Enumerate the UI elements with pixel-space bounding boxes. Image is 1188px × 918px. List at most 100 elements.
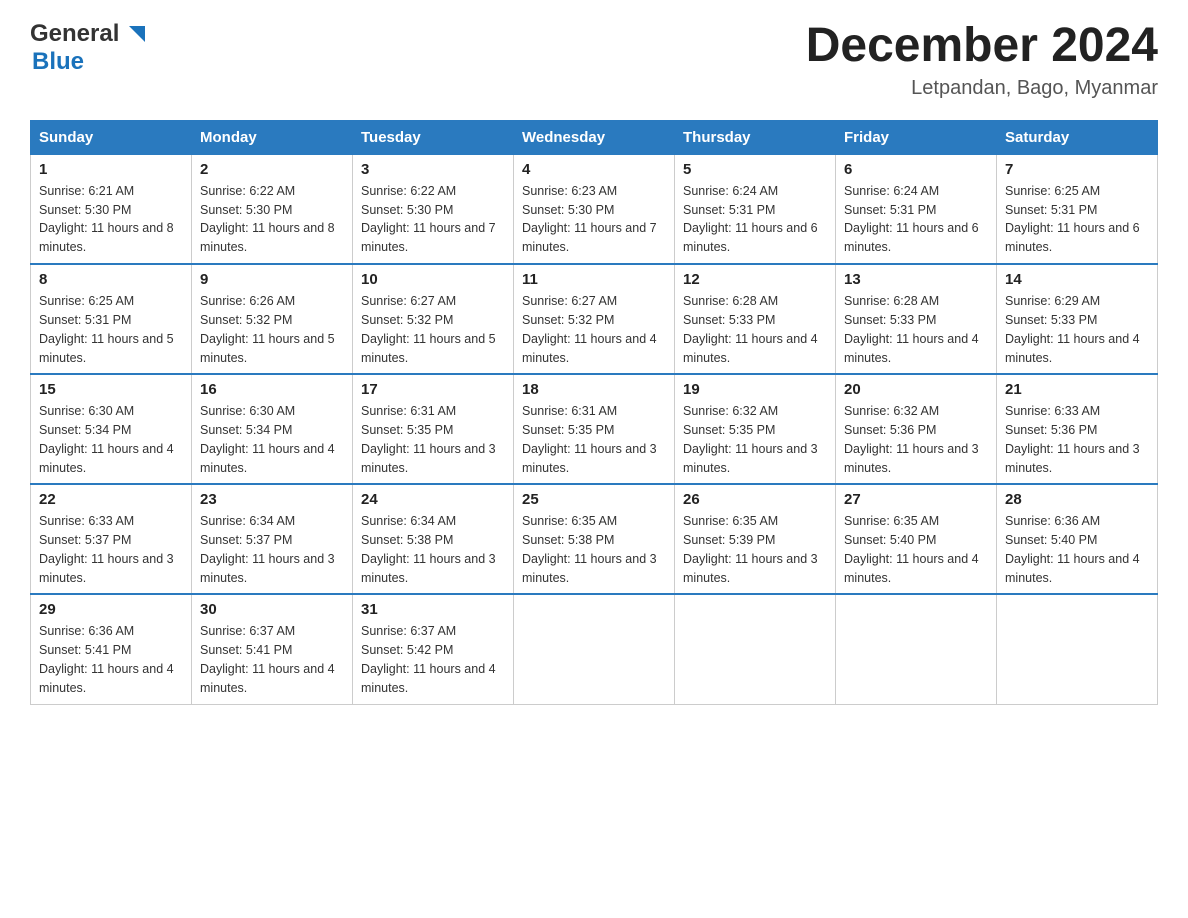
- calendar-cell: 29 Sunrise: 6:36 AM Sunset: 5:41 PM Dayl…: [31, 594, 192, 704]
- sunset-label: Sunset: 5:41 PM: [39, 643, 131, 657]
- day-info: Sunrise: 6:32 AM Sunset: 5:36 PM Dayligh…: [844, 402, 988, 477]
- logo-triangle-icon: [121, 20, 149, 48]
- daylight-label: Daylight: 11 hours and 5 minutes.: [200, 332, 335, 365]
- sunrise-label: Sunrise: 6:37 AM: [361, 624, 456, 638]
- day-info: Sunrise: 6:35 AM Sunset: 5:40 PM Dayligh…: [844, 512, 988, 587]
- month-year-title: December 2024: [806, 20, 1158, 73]
- calendar-cell: 10 Sunrise: 6:27 AM Sunset: 5:32 PM Dayl…: [353, 264, 514, 374]
- sunrise-label: Sunrise: 6:28 AM: [683, 294, 778, 308]
- day-info: Sunrise: 6:29 AM Sunset: 5:33 PM Dayligh…: [1005, 292, 1149, 367]
- day-number: 9: [200, 271, 344, 288]
- day-number: 22: [39, 491, 183, 508]
- day-number: 20: [844, 381, 988, 398]
- day-info: Sunrise: 6:35 AM Sunset: 5:39 PM Dayligh…: [683, 512, 827, 587]
- calendar-cell: 30 Sunrise: 6:37 AM Sunset: 5:41 PM Dayl…: [192, 594, 353, 704]
- logo-blue: Blue: [32, 48, 84, 75]
- calendar-header-row: Sunday Monday Tuesday Wednesday Thursday…: [31, 120, 1158, 154]
- col-friday: Friday: [836, 120, 997, 154]
- daylight-label: Daylight: 11 hours and 4 minutes.: [844, 552, 979, 585]
- sunrise-label: Sunrise: 6:31 AM: [522, 404, 617, 418]
- sunrise-label: Sunrise: 6:36 AM: [39, 624, 134, 638]
- daylight-label: Daylight: 11 hours and 7 minutes.: [361, 221, 496, 254]
- sunset-label: Sunset: 5:38 PM: [361, 533, 453, 547]
- sunrise-label: Sunrise: 6:28 AM: [844, 294, 939, 308]
- calendar-cell: 28 Sunrise: 6:36 AM Sunset: 5:40 PM Dayl…: [997, 484, 1158, 594]
- col-sunday: Sunday: [31, 120, 192, 154]
- day-info: Sunrise: 6:37 AM Sunset: 5:42 PM Dayligh…: [361, 622, 505, 697]
- sunrise-label: Sunrise: 6:35 AM: [844, 514, 939, 528]
- day-info: Sunrise: 6:27 AM Sunset: 5:32 PM Dayligh…: [361, 292, 505, 367]
- sunset-label: Sunset: 5:31 PM: [844, 203, 936, 217]
- calendar-week-row: 8 Sunrise: 6:25 AM Sunset: 5:31 PM Dayli…: [31, 264, 1158, 374]
- daylight-label: Daylight: 11 hours and 4 minutes.: [1005, 332, 1140, 365]
- calendar-cell: 27 Sunrise: 6:35 AM Sunset: 5:40 PM Dayl…: [836, 484, 997, 594]
- daylight-label: Daylight: 11 hours and 6 minutes.: [1005, 221, 1140, 254]
- col-thursday: Thursday: [675, 120, 836, 154]
- day-number: 11: [522, 271, 666, 288]
- day-info: Sunrise: 6:36 AM Sunset: 5:41 PM Dayligh…: [39, 622, 183, 697]
- calendar-cell: 9 Sunrise: 6:26 AM Sunset: 5:32 PM Dayli…: [192, 264, 353, 374]
- day-number: 3: [361, 161, 505, 178]
- sunset-label: Sunset: 5:42 PM: [361, 643, 453, 657]
- sunrise-label: Sunrise: 6:23 AM: [522, 184, 617, 198]
- day-number: 30: [200, 601, 344, 618]
- calendar-cell: 22 Sunrise: 6:33 AM Sunset: 5:37 PM Dayl…: [31, 484, 192, 594]
- day-info: Sunrise: 6:37 AM Sunset: 5:41 PM Dayligh…: [200, 622, 344, 697]
- sunset-label: Sunset: 5:37 PM: [200, 533, 292, 547]
- sunset-label: Sunset: 5:30 PM: [200, 203, 292, 217]
- day-info: Sunrise: 6:34 AM Sunset: 5:38 PM Dayligh…: [361, 512, 505, 587]
- daylight-label: Daylight: 11 hours and 4 minutes.: [522, 332, 657, 365]
- day-info: Sunrise: 6:21 AM Sunset: 5:30 PM Dayligh…: [39, 182, 183, 257]
- sunset-label: Sunset: 5:32 PM: [200, 313, 292, 327]
- sunrise-label: Sunrise: 6:27 AM: [522, 294, 617, 308]
- day-number: 8: [39, 271, 183, 288]
- sunrise-label: Sunrise: 6:25 AM: [39, 294, 134, 308]
- sunset-label: Sunset: 5:38 PM: [522, 533, 614, 547]
- sunset-label: Sunset: 5:31 PM: [1005, 203, 1097, 217]
- calendar-cell: 6 Sunrise: 6:24 AM Sunset: 5:31 PM Dayli…: [836, 154, 997, 264]
- daylight-label: Daylight: 11 hours and 8 minutes.: [39, 221, 174, 254]
- sunrise-label: Sunrise: 6:22 AM: [200, 184, 295, 198]
- sunrise-label: Sunrise: 6:34 AM: [200, 514, 295, 528]
- calendar-week-row: 15 Sunrise: 6:30 AM Sunset: 5:34 PM Dayl…: [31, 374, 1158, 484]
- sunset-label: Sunset: 5:30 PM: [39, 203, 131, 217]
- day-info: Sunrise: 6:31 AM Sunset: 5:35 PM Dayligh…: [361, 402, 505, 477]
- day-info: Sunrise: 6:33 AM Sunset: 5:36 PM Dayligh…: [1005, 402, 1149, 477]
- col-wednesday: Wednesday: [514, 120, 675, 154]
- calendar-cell: 1 Sunrise: 6:21 AM Sunset: 5:30 PM Dayli…: [31, 154, 192, 264]
- daylight-label: Daylight: 11 hours and 3 minutes.: [39, 552, 174, 585]
- day-number: 14: [1005, 271, 1149, 288]
- calendar-cell: 26 Sunrise: 6:35 AM Sunset: 5:39 PM Dayl…: [675, 484, 836, 594]
- day-number: 16: [200, 381, 344, 398]
- calendar-table: Sunday Monday Tuesday Wednesday Thursday…: [30, 120, 1158, 705]
- daylight-label: Daylight: 11 hours and 4 minutes.: [200, 662, 335, 695]
- day-info: Sunrise: 6:25 AM Sunset: 5:31 PM Dayligh…: [39, 292, 183, 367]
- calendar-cell: 7 Sunrise: 6:25 AM Sunset: 5:31 PM Dayli…: [997, 154, 1158, 264]
- daylight-label: Daylight: 11 hours and 5 minutes.: [39, 332, 174, 365]
- daylight-label: Daylight: 11 hours and 3 minutes.: [200, 552, 335, 585]
- sunset-label: Sunset: 5:40 PM: [1005, 533, 1097, 547]
- logo: General Blue: [30, 20, 149, 76]
- sunset-label: Sunset: 5:30 PM: [522, 203, 614, 217]
- calendar-cell: 18 Sunrise: 6:31 AM Sunset: 5:35 PM Dayl…: [514, 374, 675, 484]
- calendar-cell: 8 Sunrise: 6:25 AM Sunset: 5:31 PM Dayli…: [31, 264, 192, 374]
- daylight-label: Daylight: 11 hours and 8 minutes.: [200, 221, 335, 254]
- sunrise-label: Sunrise: 6:32 AM: [844, 404, 939, 418]
- calendar-cell: 21 Sunrise: 6:33 AM Sunset: 5:36 PM Dayl…: [997, 374, 1158, 484]
- sunrise-label: Sunrise: 6:31 AM: [361, 404, 456, 418]
- sunrise-label: Sunrise: 6:33 AM: [1005, 404, 1100, 418]
- daylight-label: Daylight: 11 hours and 3 minutes.: [361, 552, 496, 585]
- sunrise-label: Sunrise: 6:37 AM: [200, 624, 295, 638]
- day-info: Sunrise: 6:26 AM Sunset: 5:32 PM Dayligh…: [200, 292, 344, 367]
- calendar-cell: 17 Sunrise: 6:31 AM Sunset: 5:35 PM Dayl…: [353, 374, 514, 484]
- day-info: Sunrise: 6:30 AM Sunset: 5:34 PM Dayligh…: [39, 402, 183, 477]
- day-number: 23: [200, 491, 344, 508]
- calendar-cell: 11 Sunrise: 6:27 AM Sunset: 5:32 PM Dayl…: [514, 264, 675, 374]
- calendar-week-row: 29 Sunrise: 6:36 AM Sunset: 5:41 PM Dayl…: [31, 594, 1158, 704]
- sunset-label: Sunset: 5:33 PM: [1005, 313, 1097, 327]
- day-number: 6: [844, 161, 988, 178]
- day-number: 27: [844, 491, 988, 508]
- calendar-week-row: 1 Sunrise: 6:21 AM Sunset: 5:30 PM Dayli…: [31, 154, 1158, 264]
- calendar-cell: 14 Sunrise: 6:29 AM Sunset: 5:33 PM Dayl…: [997, 264, 1158, 374]
- daylight-label: Daylight: 11 hours and 4 minutes.: [844, 332, 979, 365]
